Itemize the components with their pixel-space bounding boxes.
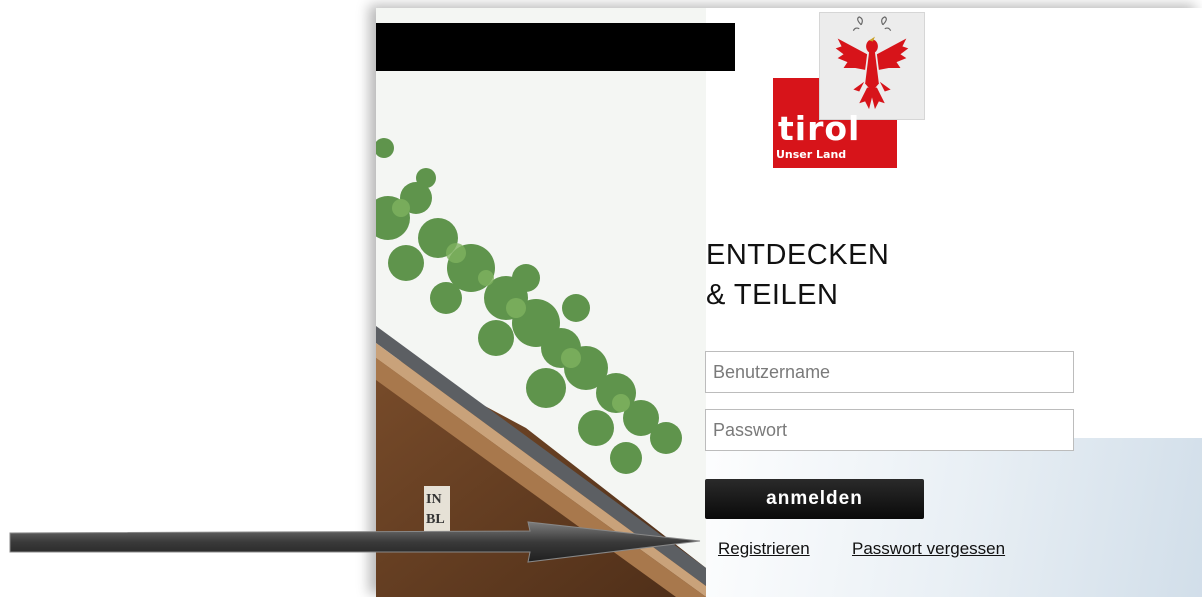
tirol-logo-tagline: Unser Land [776,148,847,161]
tirol-logo-word: tirol [778,109,861,148]
username-input[interactable] [705,351,1074,393]
login-card: IN BL tirol Unser Land ENTDECKEN & TEILE… [376,8,1202,597]
register-link[interactable]: Registrieren [718,539,810,559]
svg-text:IN: IN [426,492,442,507]
login-button[interactable]: anmelden [705,479,924,519]
headline-line-2: & TEILEN [706,279,839,311]
page-headline: ENTDECKEN & TEILEN [706,235,889,315]
cabin-photo: IN BL [376,8,706,597]
tirol-eagle-icon [819,12,925,120]
svg-text:BL: BL [426,512,445,527]
headline-line-1: ENTDECKEN [706,239,890,271]
password-input[interactable] [705,409,1074,451]
forgot-password-link[interactable]: Passwort vergessen [852,539,1005,559]
top-black-bar [376,23,735,71]
